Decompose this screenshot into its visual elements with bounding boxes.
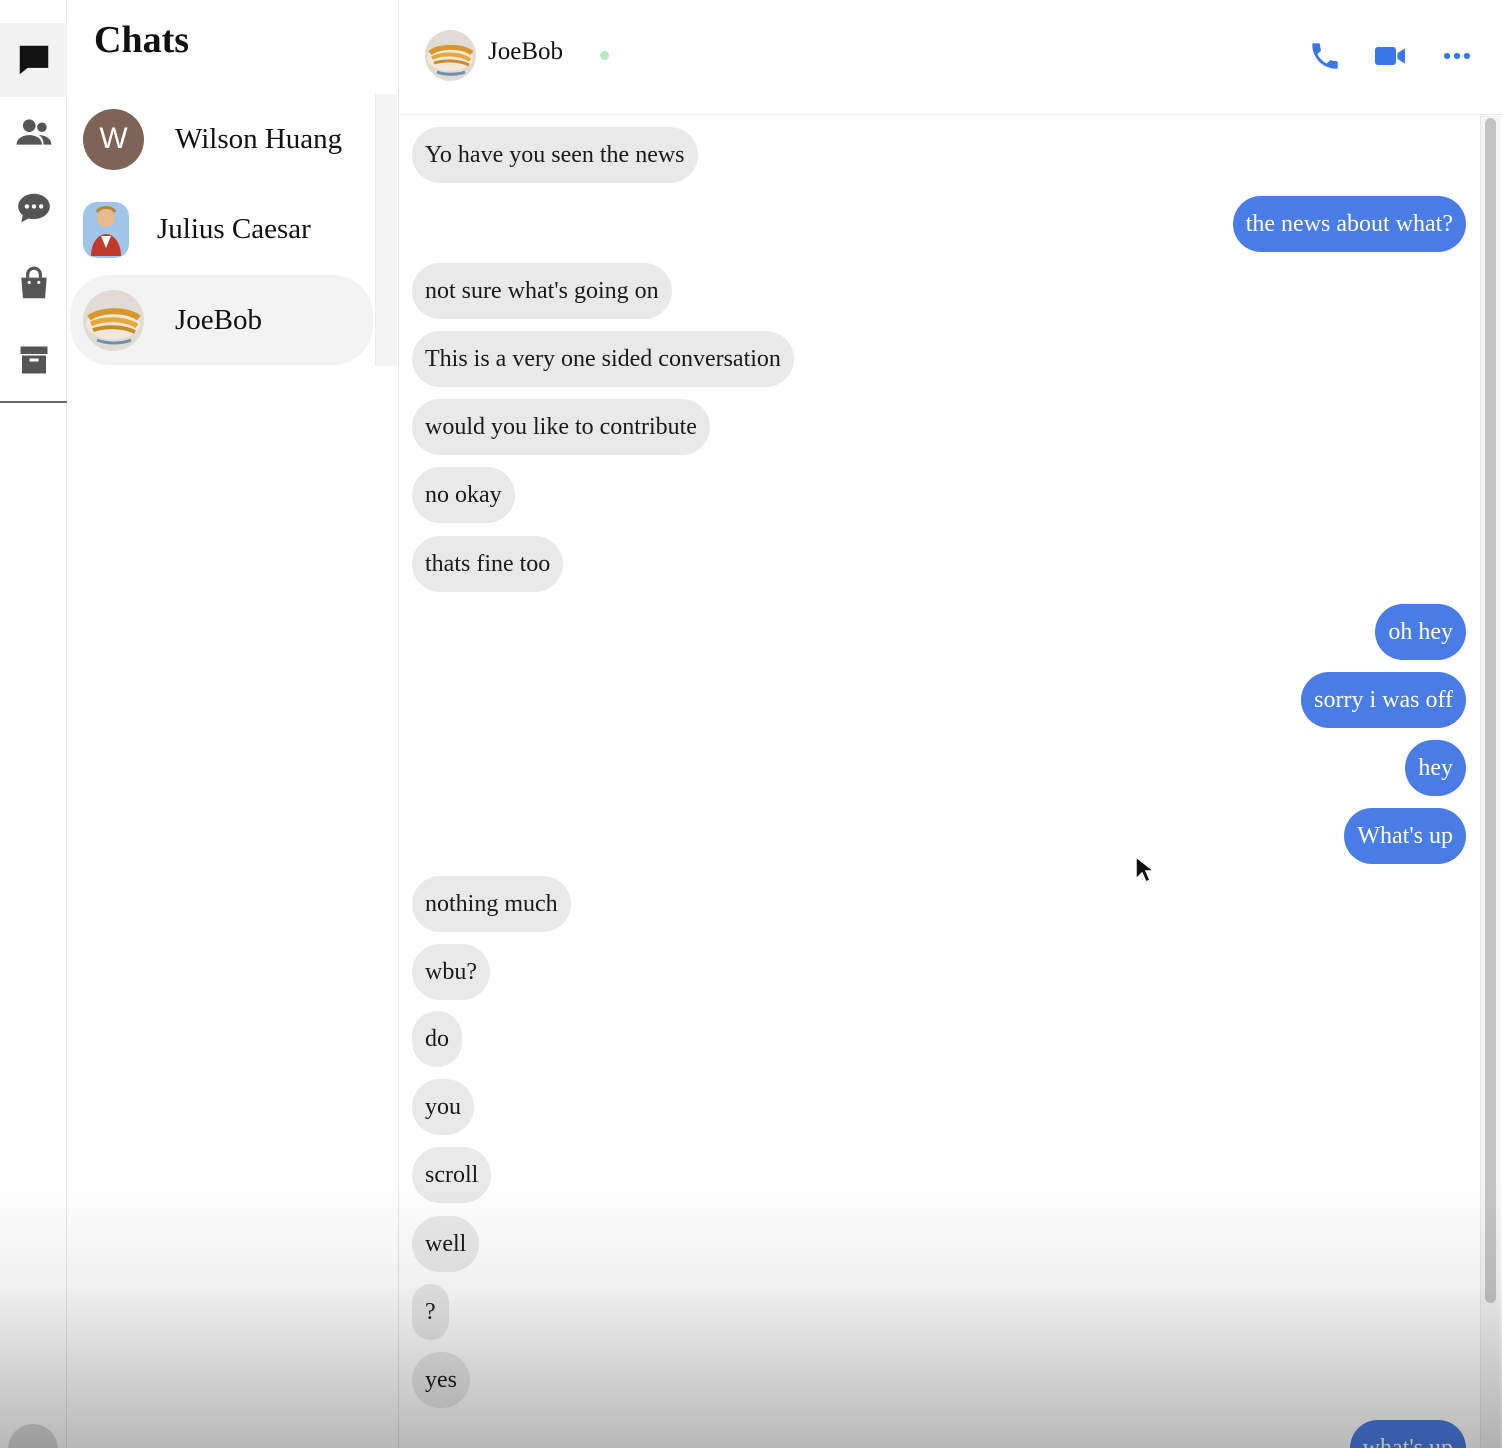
- avatar: [83, 289, 144, 351]
- phone-icon: [1312, 43, 1338, 69]
- message-bubble-received[interactable]: yes: [412, 1352, 470, 1408]
- contact-joebob[interactable]: JoeBob: [70, 275, 373, 365]
- message-bubble-sent[interactable]: sorry i was off: [1301, 672, 1466, 728]
- more-options-button[interactable]: [1437, 36, 1477, 76]
- rail-divider: [0, 401, 67, 403]
- contact-julius-caesar[interactable]: Julius Caesar: [70, 184, 373, 274]
- message-bubble-received[interactable]: scroll: [412, 1147, 492, 1203]
- contact-name: Wilson Huang: [175, 122, 343, 155]
- video-call-button[interactable]: [1370, 36, 1410, 76]
- rail-chats[interactable]: [0, 23, 67, 97]
- message-bubble-received[interactable]: thats fine too: [412, 536, 564, 592]
- chat-list-title: Chats: [94, 19, 190, 61]
- people-icon: [16, 119, 51, 145]
- message-bubble-sent[interactable]: what's up: [1349, 1420, 1466, 1448]
- contact-name: JoeBob: [175, 303, 262, 336]
- message-bubble-sent[interactable]: hey: [1405, 740, 1466, 796]
- rail-archive[interactable]: [0, 323, 67, 397]
- message-bubble-received[interactable]: Yo have you seen the news: [412, 127, 698, 183]
- message-bubble-received[interactable]: would you like to contribute: [412, 399, 710, 455]
- avatar[interactable]: [425, 30, 476, 81]
- message-bubble-received[interactable]: well: [412, 1216, 480, 1272]
- user-avatar[interactable]: [8, 1424, 58, 1448]
- rail-messages[interactable]: [0, 171, 67, 245]
- message-bubble-received[interactable]: no okay: [412, 467, 515, 523]
- message-bubble-received[interactable]: wbu?: [412, 944, 490, 1000]
- contact-wilson-huang[interactable]: W Wilson Huang: [70, 94, 373, 184]
- message-dots-icon: [17, 193, 50, 223]
- chat-bubble-icon: [19, 45, 48, 75]
- message-bubble-received[interactable]: not sure what's going on: [412, 263, 672, 319]
- contact-name: Julius Caesar: [157, 212, 311, 245]
- avatar: W: [83, 108, 144, 170]
- scrollbar-thumb[interactable]: [1485, 118, 1496, 1303]
- video-camera-icon: [1375, 47, 1405, 65]
- message-bubble-received[interactable]: This is a very one sided conversation: [412, 331, 794, 387]
- message-bubble-received[interactable]: ?: [412, 1284, 449, 1340]
- chat-list-scrollbar[interactable]: [375, 94, 397, 366]
- message-bubble-received[interactable]: nothing much: [412, 876, 571, 932]
- message-bubble-sent[interactable]: oh hey: [1375, 604, 1466, 660]
- message-bubble-received[interactable]: do: [412, 1011, 462, 1067]
- online-status-dot: [600, 51, 609, 60]
- archive-icon: [20, 346, 47, 374]
- conversation-contact-name: JoeBob: [488, 38, 563, 65]
- call-button[interactable]: [1305, 36, 1345, 76]
- rail-marketplace[interactable]: [0, 247, 67, 321]
- more-options-icon: [1443, 52, 1471, 60]
- message-bubble-sent[interactable]: the news about what?: [1232, 196, 1466, 252]
- conversation-panel: JoeBob Yo have you seen the news the news…: [400, 0, 1502, 1448]
- mouse-cursor-icon: [1135, 855, 1156, 884]
- chat-list-panel: Chats W Wilson Huang Julius Caesar JoeBo…: [68, 0, 399, 1448]
- message-bubble-received[interactable]: you: [412, 1079, 474, 1135]
- rail-people[interactable]: [0, 95, 67, 169]
- message-bubble-sent[interactable]: What's up: [1344, 808, 1466, 864]
- shopping-bag-icon: [20, 266, 47, 299]
- conversation-header: JoeBob: [400, 0, 1502, 115]
- avatar: [83, 202, 129, 258]
- nav-rail: [0, 0, 67, 1448]
